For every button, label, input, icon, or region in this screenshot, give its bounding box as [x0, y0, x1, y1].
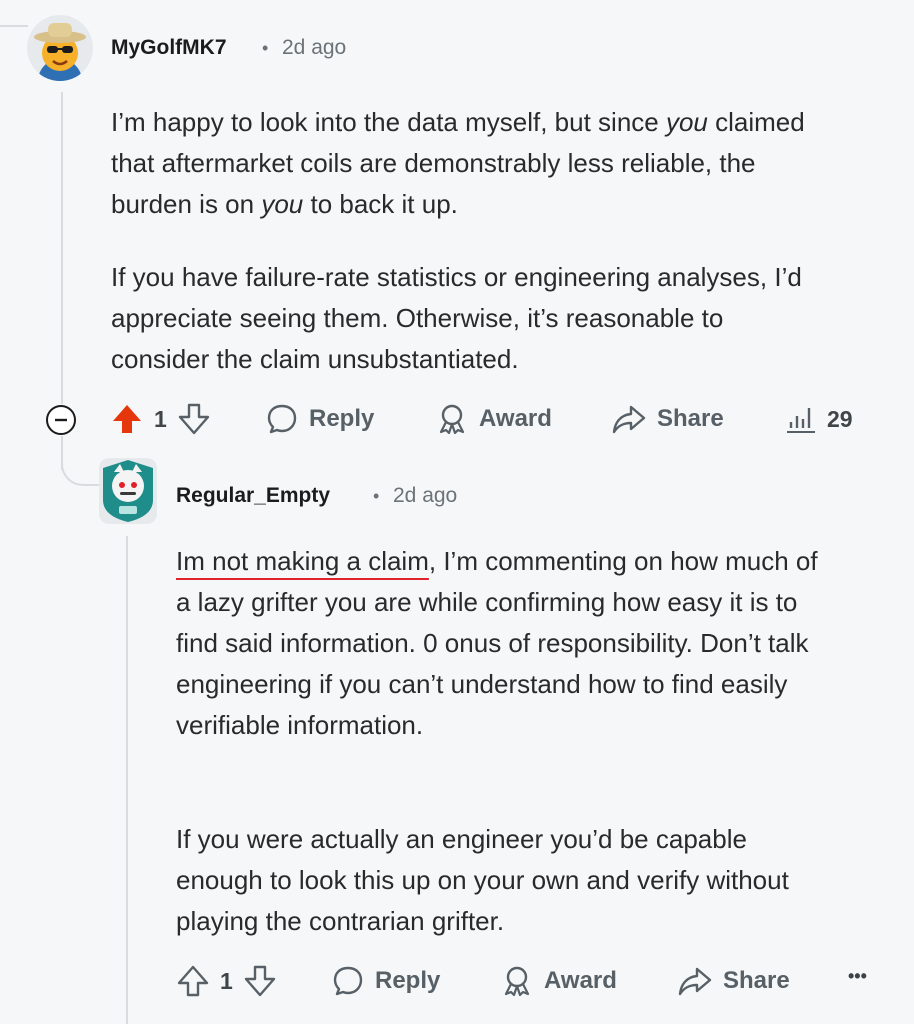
reply-button[interactable]: Reply [331, 964, 440, 998]
avatar[interactable] [99, 458, 157, 524]
thread-line-curve [61, 448, 101, 486]
collapse-icon [46, 405, 76, 435]
reply-label: Reply [375, 967, 441, 994]
emphasis: you [665, 107, 708, 137]
share-icon [678, 967, 712, 996]
downvote-button[interactable] [243, 964, 277, 998]
upvote-icon [177, 965, 209, 997]
share-label: Share [723, 967, 790, 994]
underlined-text: Im not making a claim [176, 546, 429, 576]
share-icon [612, 405, 646, 434]
award-label: Award [544, 967, 617, 994]
comment-bubble-icon [333, 966, 363, 996]
award-icon [439, 404, 465, 435]
vote-count: 1 [220, 967, 233, 994]
comment-paragraph: I’m happy to look into the data myself, … [111, 102, 811, 225]
comment-bubble-icon [267, 404, 297, 434]
comment-paragraph: Im not making a claim, I’m commenting on… [176, 541, 836, 746]
reply-button[interactable]: Reply [265, 402, 374, 436]
vote-group: 1 [110, 402, 211, 436]
view-count: 29 [827, 405, 853, 432]
share-button[interactable]: Share [611, 402, 724, 436]
thread-line-top [0, 25, 28, 27]
upvote-filled-icon [113, 405, 141, 433]
view-count-button[interactable]: 29 [783, 402, 853, 436]
comment-paragraph: If you have failure-rate statistics or e… [111, 262, 802, 374]
collapse-button[interactable] [45, 404, 77, 436]
meta-separator: • [262, 38, 269, 58]
text-span: I’m happy to look into the data myself, … [111, 107, 666, 137]
text-span: to back it up. [303, 189, 458, 219]
timestamp[interactable]: 2d ago [393, 484, 457, 508]
downvote-icon [244, 965, 275, 997]
award-icon [504, 966, 530, 997]
upvote-button[interactable] [110, 402, 144, 436]
bar-chart-icon [787, 408, 815, 433]
downvote-button[interactable] [177, 402, 211, 436]
vote-group: 1 [176, 964, 277, 998]
reply-label: Reply [309, 405, 375, 432]
award-button[interactable]: Award [500, 964, 617, 998]
timestamp[interactable]: 2d ago [282, 36, 346, 60]
username[interactable]: MyGolfMK7 [111, 36, 227, 60]
comment-paragraph: If you were actually an engineer you’d b… [176, 824, 789, 936]
thread-line-comment1 [61, 92, 63, 404]
vote-count: 1 [154, 405, 167, 432]
share-button[interactable]: Share [677, 964, 790, 998]
emphasis: you [261, 189, 304, 219]
upvote-button[interactable] [176, 964, 210, 998]
award-label: Award [479, 405, 552, 432]
more-options-icon: ••• [848, 966, 867, 986]
meta-separator: • [373, 486, 380, 506]
thread-line-comment2 [126, 536, 128, 1024]
more-options-button[interactable]: ••• [848, 966, 867, 987]
downvote-icon [178, 403, 209, 435]
avatar[interactable] [27, 15, 93, 81]
username[interactable]: Regular_Empty [176, 484, 330, 508]
award-button[interactable]: Award [435, 402, 552, 436]
share-label: Share [657, 405, 724, 432]
